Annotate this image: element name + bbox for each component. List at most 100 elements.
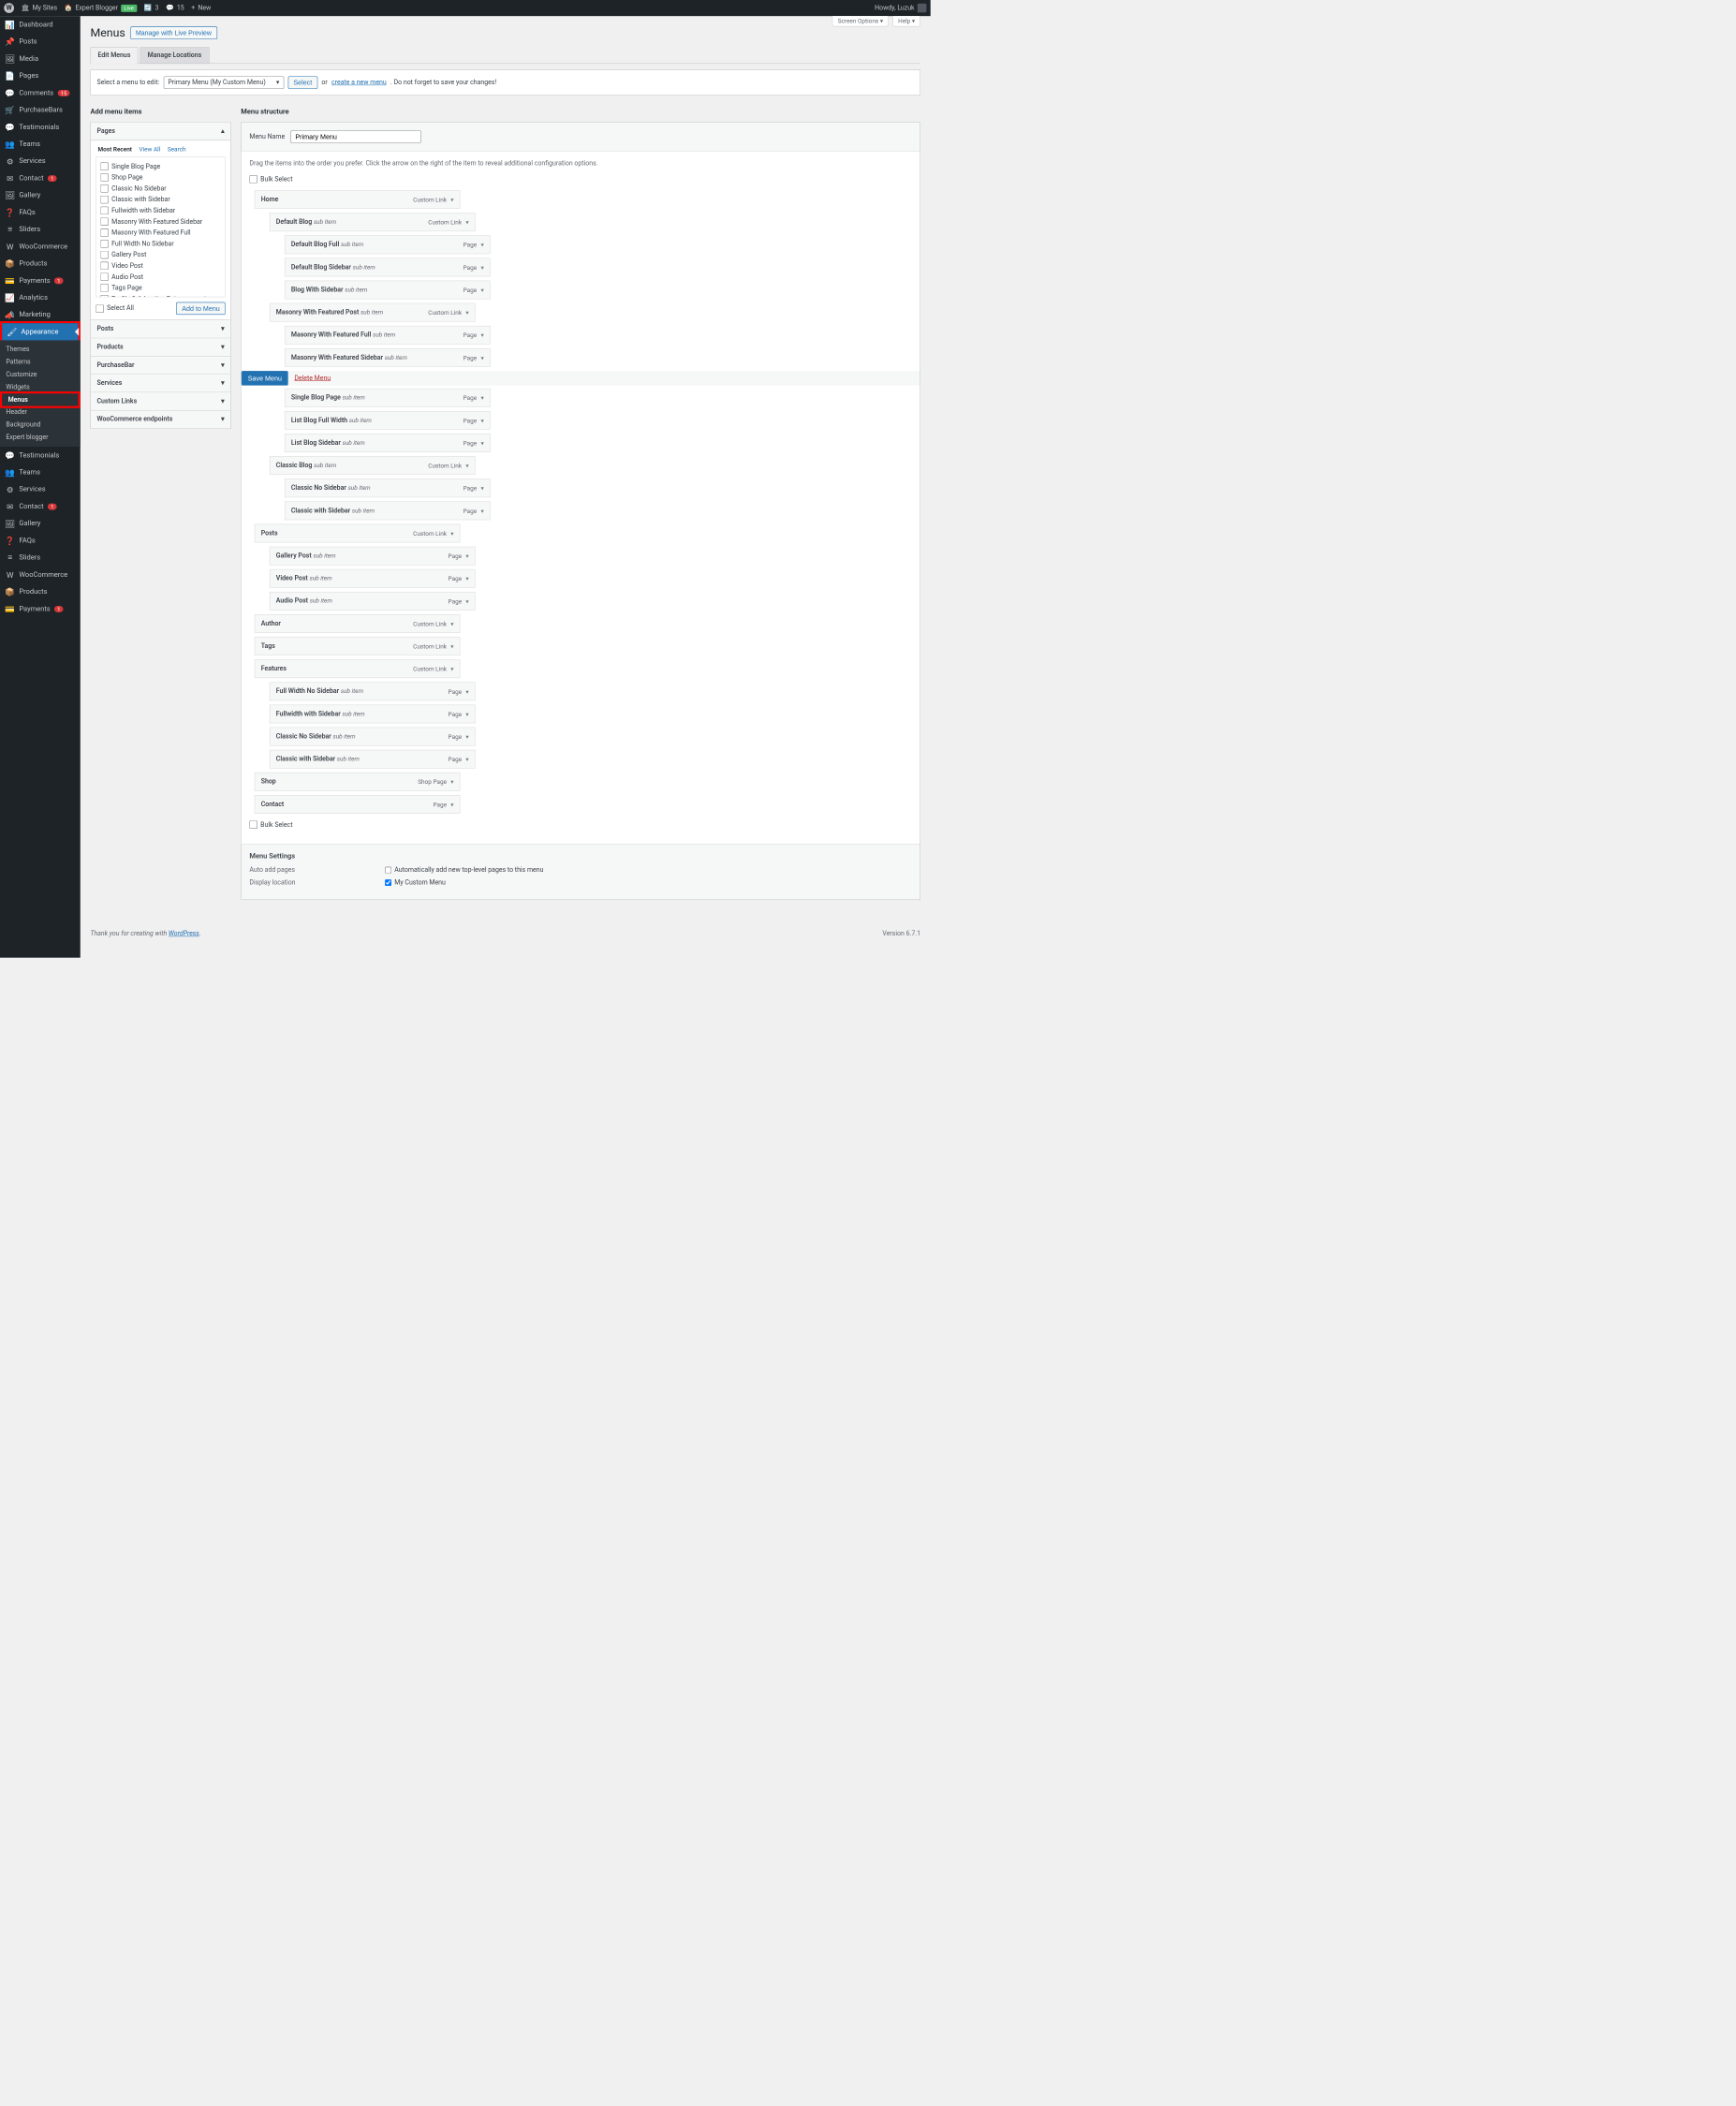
sidebar-item-sliders[interactable]: ≡Sliders: [0, 221, 81, 238]
sidebar-item-pages[interactable]: 📄Pages: [0, 67, 81, 84]
submenu-patterns[interactable]: Patterns: [0, 356, 81, 368]
tab-view-all[interactable]: View All: [139, 145, 160, 153]
chevron-down-icon[interactable]: ▾: [465, 462, 468, 469]
wordpress-link[interactable]: WordPress: [169, 930, 199, 937]
menu-item-handle[interactable]: Classic No Sidebar sub itemPage▾: [270, 728, 476, 746]
sidebar-item-products[interactable]: 📦Products: [0, 255, 81, 272]
sidebar-item-services[interactable]: ⚙Services: [0, 480, 81, 497]
screen-options-button[interactable]: Screen Options ▾: [832, 16, 889, 26]
bulk-select-top[interactable]: Bulk Select: [249, 175, 912, 184]
comments-count[interactable]: 💬 15: [166, 5, 184, 12]
page-checkbox[interactable]: Single Blog Page: [100, 161, 221, 172]
menu-item-handle[interactable]: Default Blog Sidebar sub itemPage▾: [285, 258, 491, 277]
create-new-menu-link[interactable]: create a new menu: [331, 79, 387, 86]
chevron-down-icon[interactable]: ▾: [465, 309, 468, 317]
page-checkbox[interactable]: Classic with Sidebar: [100, 194, 221, 205]
sidebar-item-sliders[interactable]: ≡Sliders: [0, 549, 81, 566]
menu-item-handle[interactable]: FeaturesCustom Link▾: [255, 659, 461, 678]
chevron-down-icon[interactable]: ▾: [480, 394, 483, 402]
page-checkbox[interactable]: Tags Page: [100, 283, 221, 294]
chevron-down-icon[interactable]: ▾: [450, 196, 453, 203]
select-button[interactable]: Select: [287, 76, 317, 88]
chevron-down-icon[interactable]: ▾: [465, 218, 468, 226]
auto-add-checkbox[interactable]: Automatically add new top-level pages to…: [385, 866, 543, 874]
page-checkbox[interactable]: Gallery Post: [100, 249, 221, 260]
sidebar-item-purchasebars[interactable]: 🛒PurchaseBars: [0, 101, 81, 118]
menu-item-handle[interactable]: Classic No Sidebar sub itemPage▾: [285, 479, 491, 497]
menu-item-handle[interactable]: Masonry With Featured Full sub itemPage▾: [285, 326, 491, 345]
chevron-down-icon[interactable]: ▾: [465, 711, 468, 718]
howdy[interactable]: Howdy, Luzuk: [875, 4, 926, 13]
sidebar-item-testimonials[interactable]: 💬Testimonials: [0, 118, 81, 135]
menu-select-dropdown[interactable]: Primary Menu (My Custom Menu): [164, 76, 285, 88]
menu-item-handle[interactable]: List Blog Sidebar sub itemPage▾: [285, 434, 491, 452]
sidebar-item-testimonials[interactable]: 💬Testimonials: [0, 447, 81, 464]
sidebar-appearance[interactable]: 🖌 Appearance: [2, 323, 78, 340]
chevron-down-icon[interactable]: ▾: [450, 801, 453, 808]
page-checkbox[interactable]: Video Post: [100, 260, 221, 272]
chevron-down-icon[interactable]: ▾: [465, 733, 468, 741]
menu-item-handle[interactable]: AuthorCustom Link▾: [255, 614, 461, 633]
menu-item-handle[interactable]: PostsCustom Link▾: [255, 524, 461, 543]
chevron-down-icon[interactable]: ▾: [480, 264, 483, 272]
menu-item-handle[interactable]: Fullwidth with Sidebar sub itemPage▾: [270, 705, 476, 724]
menu-item-handle[interactable]: Classic with Sidebar sub itemPage▾: [270, 750, 476, 769]
sidebar-item-teams[interactable]: 👥Teams: [0, 464, 81, 480]
page-checkbox[interactable]: Shop Page: [100, 172, 221, 184]
new-content[interactable]: + New: [191, 5, 211, 12]
submenu-customize[interactable]: Customize: [0, 368, 81, 380]
menu-item-handle[interactable]: Classic with Sidebar sub itemPage▾: [285, 501, 491, 520]
sidebar-item-gallery[interactable]: 🖼Gallery: [0, 186, 81, 203]
manage-live-preview-button[interactable]: Manage with Live Preview: [130, 26, 217, 38]
chevron-down-icon[interactable]: ▾: [480, 331, 483, 339]
page-checkbox[interactable]: Fullwidth with Sidebar: [100, 205, 221, 216]
menu-item-handle[interactable]: ContactPage▾: [255, 795, 461, 814]
acc-products-toggle[interactable]: Products▾: [91, 338, 230, 356]
submenu-header[interactable]: Header: [0, 406, 81, 419]
acc-woocommerce-endpoints-toggle[interactable]: WooCommerce endpoints▾: [91, 410, 230, 428]
submenu-background[interactable]: Background: [0, 419, 81, 431]
menu-item-handle[interactable]: Masonry With Featured Sidebar sub itemPa…: [285, 348, 491, 367]
tab-edit-menus[interactable]: Edit Menus: [90, 47, 138, 64]
sidebar-item-teams[interactable]: 👥Teams: [0, 136, 81, 153]
menu-item-handle[interactable]: Blog With Sidebar sub itemPage▾: [285, 281, 491, 300]
add-to-menu-button[interactable]: Add to Menu: [176, 302, 225, 315]
sidebar-item-products[interactable]: 📦Products: [0, 583, 81, 600]
chevron-down-icon[interactable]: ▾: [480, 485, 483, 493]
sidebar-item-payments[interactable]: 💳Payments1: [0, 272, 81, 289]
sidebar-item-faqs[interactable]: ❓FAQs: [0, 204, 81, 221]
chevron-down-icon[interactable]: ▾: [480, 439, 483, 447]
sidebar-item-services[interactable]: ⚙Services: [0, 153, 81, 169]
updates[interactable]: 🔄 3: [144, 5, 159, 12]
save-menu-button[interactable]: Save Menu: [242, 371, 288, 386]
page-checkbox[interactable]: Masonry With Featured Full: [100, 228, 221, 239]
menu-item-handle[interactable]: Full Width No Sidebar sub itemPage▾: [270, 682, 476, 700]
select-all-checkbox[interactable]: Select All: [96, 302, 134, 314]
sidebar-item-posts[interactable]: 📌Posts: [0, 33, 81, 50]
acc-posts-toggle[interactable]: Posts▾: [91, 320, 230, 338]
chevron-down-icon[interactable]: ▾: [480, 417, 483, 424]
menu-item-handle[interactable]: TagsCustom Link▾: [255, 637, 461, 655]
menu-name-input[interactable]: [291, 130, 421, 142]
menu-item-handle[interactable]: Default Blog Full sub itemPage▾: [285, 235, 491, 254]
chevron-down-icon[interactable]: ▾: [465, 688, 468, 696]
site-name[interactable]: 🏠 Expert Blogger Live: [65, 5, 138, 12]
chevron-down-icon[interactable]: ▾: [465, 756, 468, 763]
sidebar-item-woocommerce[interactable]: WWooCommerce: [0, 567, 81, 583]
help-button[interactable]: Help ▾: [892, 16, 920, 26]
menu-item-handle[interactable]: HomeCustom Link▾: [255, 190, 461, 209]
chevron-down-icon[interactable]: ▾: [480, 354, 483, 361]
chevron-down-icon[interactable]: ▾: [480, 242, 483, 249]
sidebar-item-dashboard[interactable]: 📊Dashboard: [0, 16, 81, 33]
sidebar-item-gallery[interactable]: 🖼Gallery: [0, 515, 81, 532]
chevron-down-icon[interactable]: ▾: [480, 508, 483, 515]
menu-item-handle[interactable]: List Blog Full Width sub itemPage▾: [285, 411, 491, 430]
menu-item-handle[interactable]: Classic Blog sub itemCustom Link▾: [270, 456, 476, 475]
sidebar-item-analytics[interactable]: 📈Analytics: [0, 289, 81, 306]
chevron-down-icon[interactable]: ▾: [450, 778, 453, 786]
chevron-down-icon[interactable]: ▾: [450, 530, 453, 538]
acc-services-toggle[interactable]: Services▾: [91, 375, 230, 392]
menu-item-handle[interactable]: Default Blog sub itemCustom Link▾: [270, 213, 476, 231]
submenu-expert-blogger[interactable]: Expert blogger: [0, 431, 81, 443]
acc-custom-links-toggle[interactable]: Custom Links▾: [91, 392, 230, 410]
